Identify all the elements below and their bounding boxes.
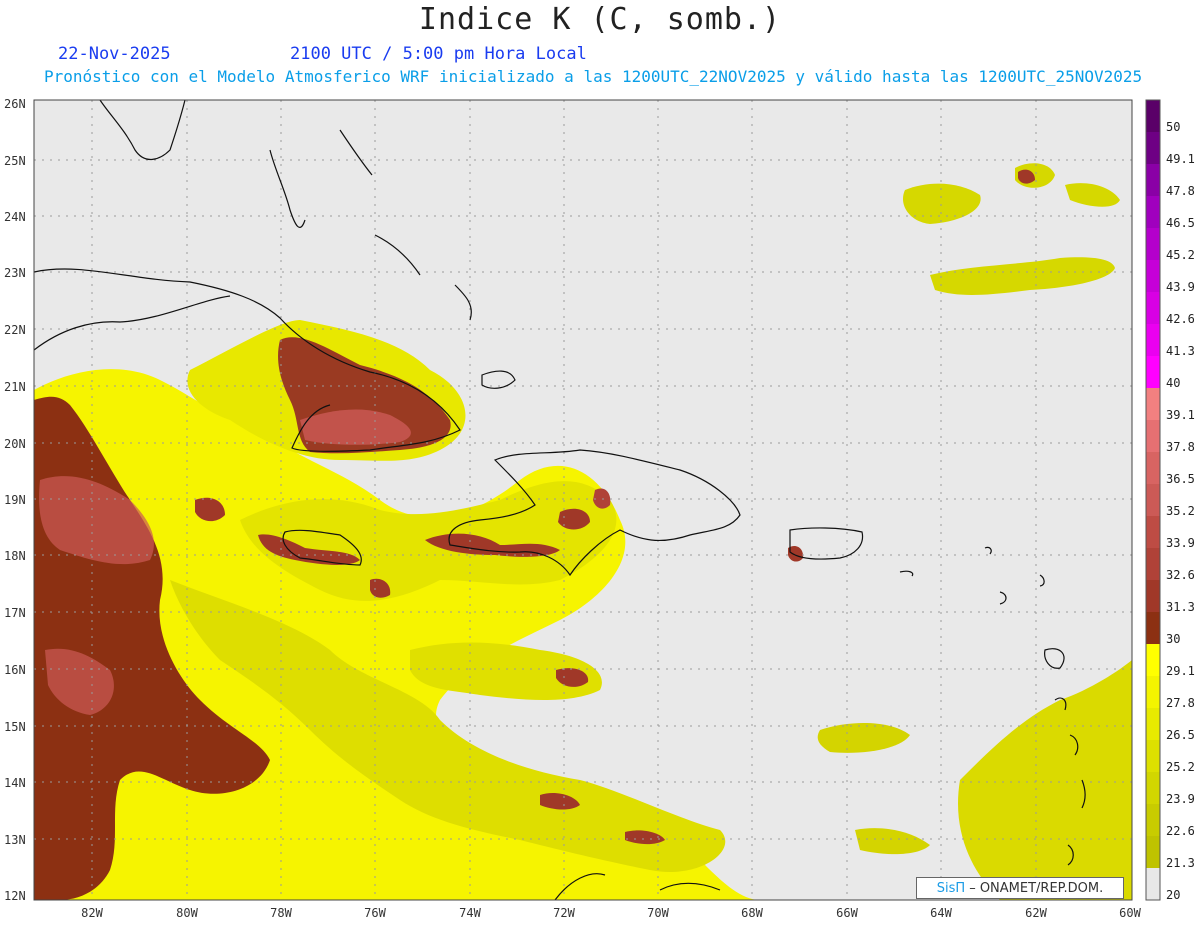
legend-swatch xyxy=(1146,740,1160,773)
legend-swatch xyxy=(1146,388,1160,421)
credit-box: SisΠ – ONAMET/REP.DOM. xyxy=(916,877,1124,899)
lat-tick-label: 12N xyxy=(4,889,26,903)
legend-swatch xyxy=(1146,772,1160,805)
legend-swatch xyxy=(1146,292,1160,325)
legend-level-label: 29.1 xyxy=(1166,664,1195,678)
map-canvas: 26N 25N 24N 23N 22N 21N 20N 19N 18N 17N … xyxy=(4,97,1195,920)
legend-level-label: 47.8 xyxy=(1166,184,1195,198)
lon-tick-label: 66W xyxy=(836,906,858,920)
lat-tick-label: 26N xyxy=(4,97,26,111)
legend-swatch xyxy=(1146,356,1160,389)
lat-tick-label: 15N xyxy=(4,720,26,734)
legend-level-label: 21.3 xyxy=(1166,856,1195,870)
lat-tick-label: 23N xyxy=(4,266,26,280)
lon-tick-label: 62W xyxy=(1025,906,1047,920)
legend-level-label: 20 xyxy=(1166,888,1180,902)
legend-level-label: 25.2 xyxy=(1166,760,1195,774)
legend-swatch xyxy=(1146,644,1160,677)
lat-tick-label: 17N xyxy=(4,606,26,620)
lon-tick-label: 72W xyxy=(553,906,575,920)
legend-level-label: 23.9 xyxy=(1166,792,1195,806)
lat-tick-label: 18N xyxy=(4,549,26,563)
lat-tick-label: 16N xyxy=(4,663,26,677)
color-legend: 50 49.1 47.8 46.5 45.2 43.9 42.6 41.3 40 39.1 37.8… xyxy=(1145,99,1195,902)
legend-level-label: 27.8 xyxy=(1166,696,1195,710)
legend-swatch xyxy=(1146,580,1160,613)
lon-tick-label: 78W xyxy=(270,906,292,920)
legend-swatch xyxy=(1146,100,1160,133)
sispi-logo: SisΠ xyxy=(936,880,966,896)
legend-swatch xyxy=(1146,132,1160,165)
lon-tick-label: 80W xyxy=(176,906,198,920)
legend-level-label: 50 xyxy=(1166,120,1180,134)
lon-tick-label: 68W xyxy=(741,906,763,920)
legend-level-label: 26.5 xyxy=(1166,728,1195,742)
legend-swatch xyxy=(1146,516,1160,549)
legend-level-label: 37.8 xyxy=(1166,440,1195,454)
legend-level-label: 45.2 xyxy=(1166,248,1195,262)
legend-level-label: 49.1 xyxy=(1166,152,1195,166)
legend-level-label: 33.9 xyxy=(1166,536,1195,550)
legend-swatch xyxy=(1146,836,1160,869)
lon-tick-label: 82W xyxy=(81,906,103,920)
legend-level-label: 31.3 xyxy=(1166,600,1195,614)
legend-swatch xyxy=(1146,804,1160,837)
lon-axis: 82W 80W 78W 76W 74W 72W 70W 68W 66W 64W … xyxy=(81,906,1141,920)
legend-level-label: 39.1 xyxy=(1166,408,1195,422)
credit-org: – ONAMET/REP.DOM. xyxy=(969,880,1104,896)
legend-swatch xyxy=(1146,228,1160,261)
lon-tick-label: 76W xyxy=(364,906,386,920)
legend-swatch xyxy=(1146,324,1160,357)
legend-swatch xyxy=(1146,420,1160,453)
lat-axis: 26N 25N 24N 23N 22N 21N 20N 19N 18N 17N … xyxy=(4,97,26,903)
legend-swatch xyxy=(1146,164,1160,197)
legend-level-label: 40 xyxy=(1166,376,1180,390)
lon-tick-label: 74W xyxy=(459,906,481,920)
legend-level-label: 35.2 xyxy=(1166,504,1195,518)
legend-level-label: 41.3 xyxy=(1166,344,1195,358)
legend-level-label: 22.6 xyxy=(1166,824,1195,838)
legend-level-label: 36.5 xyxy=(1166,472,1195,486)
lat-tick-label: 14N xyxy=(4,776,26,790)
legend-level-label: 32.6 xyxy=(1166,568,1195,582)
lat-tick-label: 19N xyxy=(4,493,26,507)
lat-tick-label: 22N xyxy=(4,323,26,337)
lat-tick-label: 21N xyxy=(4,380,26,394)
lon-tick-label: 70W xyxy=(647,906,669,920)
lat-tick-label: 20N xyxy=(4,437,26,451)
lat-tick-label: 13N xyxy=(4,833,26,847)
lat-tick-label: 24N xyxy=(4,210,26,224)
legend-swatch xyxy=(1146,484,1160,517)
legend-swatch xyxy=(1146,708,1160,741)
lon-tick-label: 60W xyxy=(1119,906,1141,920)
legend-level-label: 43.9 xyxy=(1166,280,1195,294)
legend-swatch xyxy=(1146,868,1160,901)
legend-level-label: 42.6 xyxy=(1166,312,1195,326)
legend-swatch xyxy=(1146,260,1160,293)
legend-swatch xyxy=(1146,676,1160,709)
legend-swatch xyxy=(1146,548,1160,581)
lat-tick-label: 25N xyxy=(4,154,26,168)
legend-swatch xyxy=(1146,612,1160,645)
legend-swatch xyxy=(1146,196,1160,229)
legend-swatch xyxy=(1146,452,1160,485)
legend-level-label: 30 xyxy=(1166,632,1180,646)
lon-tick-label: 64W xyxy=(930,906,952,920)
legend-level-label: 46.5 xyxy=(1166,216,1195,230)
